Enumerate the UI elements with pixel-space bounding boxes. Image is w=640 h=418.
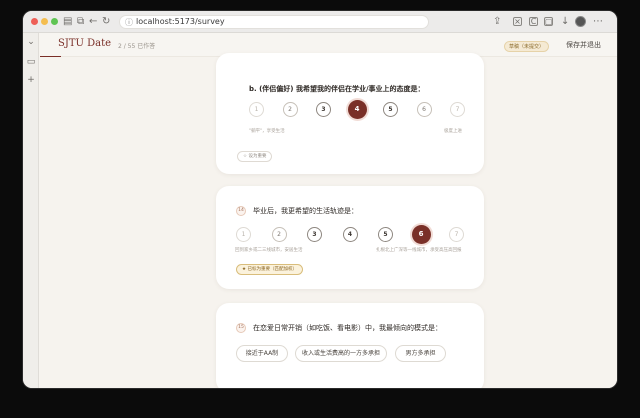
question-title: b. (伴侣偏好) 我希望我的伴侣在学业/事业上的态度是： (249, 85, 425, 93)
scale-option-5[interactable]: 5 (383, 102, 398, 117)
extension-3-icon[interactable]: ▢ (544, 17, 553, 26)
scale-option-3[interactable]: 3 (307, 227, 322, 242)
scale-option-7[interactable]: 7 (449, 227, 464, 242)
marked-important-button[interactable]: ★ 已标为重要（匹配加权） (236, 264, 303, 275)
close-window-button[interactable] (31, 18, 38, 25)
question-card-partner-career: b. (伴侣偏好) 我希望我的伴侣在学业/事业上的态度是： "躺平"，享受生活 … (216, 53, 484, 174)
extension-2-icon[interactable]: C (529, 17, 538, 26)
scale-option-1[interactable]: 1 (236, 227, 251, 242)
draft-badge: 草稿（未提交） (504, 41, 550, 52)
url-text[interactable]: localhost:5173/survey (136, 17, 225, 26)
question-title: 毕业后，我更希望的生活轨迹是： (253, 207, 358, 215)
browser-window: ▤ ⧉ ← ↻ ⓘ localhost:5173/survey ⇪ × C ▢ … (23, 11, 617, 388)
progress-text: 2 / 55 已作答 (118, 43, 156, 50)
save-exit-button[interactable]: 保存并退出 (566, 40, 601, 50)
address-bar[interactable]: ⓘ localhost:5173/survey (119, 15, 429, 29)
question-card-15: 15 在恋爱日常开销（如吃饭、看电影）中，我最倾向的模式是： 接近于AA制 收入… (216, 303, 484, 388)
minimize-window-button[interactable] (41, 18, 48, 25)
question-title: 在恋爱日常开销（如吃饭、看电影）中，我最倾向的模式是： (253, 324, 442, 332)
scale-option-6[interactable]: 6 (416, 102, 432, 117)
tab-overview-icon[interactable]: ⧉ (77, 16, 84, 28)
question-number-badge: 14 (236, 206, 246, 216)
extension-icon[interactable]: × (513, 17, 522, 26)
overflow-menu-icon[interactable]: ⋯ (593, 16, 603, 28)
scale-option-2[interactable]: 2 (271, 227, 287, 242)
share-icon[interactable]: ⇪ (493, 16, 501, 28)
sidebar-toggle-icon[interactable]: ▤ (63, 16, 72, 28)
survey-app: SJTU Date 2 / 55 已作答 草稿（未提交） 保存并退出 b. (伴… (40, 33, 617, 388)
scale-option-6[interactable]: 6 (411, 225, 431, 244)
scale-option-4[interactable]: 4 (347, 100, 367, 119)
maximize-window-button[interactable] (51, 18, 58, 25)
profile-avatar[interactable] (575, 16, 586, 27)
scale-left-label: "躺平"，享受生活 (249, 129, 285, 134)
progress-bar (40, 56, 61, 57)
browser-sidebar: ⌄ ▭ + (23, 33, 39, 388)
browser-toolbar: ▤ ⧉ ← ↻ ⓘ localhost:5173/survey ⇪ × C ▢ … (23, 11, 617, 33)
scale-option-5[interactable]: 5 (378, 227, 393, 242)
scale-option-7[interactable]: 7 (450, 102, 465, 117)
scale-option-1[interactable]: 1 (249, 102, 264, 117)
scale-option-2[interactable]: 2 (282, 102, 298, 117)
scale-option-3[interactable]: 3 (316, 102, 331, 117)
site-info-icon[interactable]: ⓘ (125, 17, 133, 28)
scale-left-label: 回到家乡或二三线城市，安居生活 (235, 248, 303, 253)
scale-option-4[interactable]: 4 (342, 227, 358, 242)
back-icon[interactable]: ← (89, 16, 97, 28)
brand-logo[interactable]: SJTU Date (58, 38, 111, 49)
tab-icon[interactable]: ▭ (26, 57, 36, 67)
download-icon[interactable]: ↓ (561, 16, 569, 28)
chevron-down-icon[interactable]: ⌄ (26, 37, 36, 47)
mark-important-button[interactable]: ☆ 设为重要 (237, 151, 273, 162)
scale-right-label: 极度上进 (444, 129, 462, 134)
question-number-badge: 15 (236, 323, 246, 333)
question-card-14: 14 毕业后，我更希望的生活轨迹是： 回到家乡或二三线城市，安居生活 扎根北上广… (216, 186, 484, 289)
option-male-pays[interactable]: 男方多承担 (395, 345, 446, 362)
reload-icon[interactable]: ↻ (102, 16, 110, 28)
option-higher-income-pays[interactable]: 收入或生活费高的一方多承担 (295, 345, 387, 362)
new-tab-icon[interactable]: + (26, 75, 36, 85)
option-aa[interactable]: 接近于AA制 (236, 345, 288, 362)
scale-right-label: 扎根北上广深等一线城市，承受高压高回报 (376, 248, 462, 253)
